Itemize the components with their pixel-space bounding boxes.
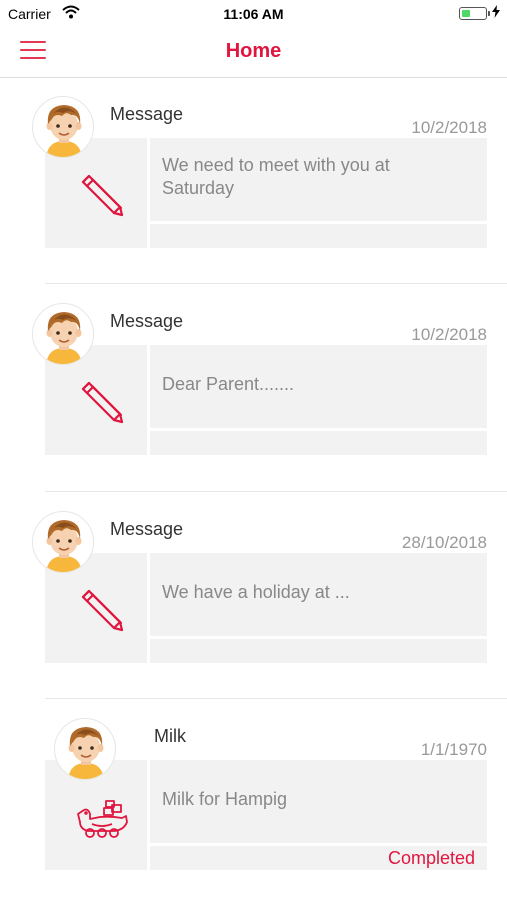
avatar (54, 718, 116, 780)
message-card[interactable]: Message 10/2/2018 Dear Parent....... (0, 283, 507, 495)
card-date: 28/10/2018 (401, 533, 487, 552)
charging-icon (492, 5, 500, 23)
card-type-label: Message (110, 104, 184, 124)
message-card[interactable]: Message 10/2/2018 We need to meet with you… (0, 96, 507, 288)
battery-icon (459, 7, 490, 20)
pencil-icon (80, 172, 126, 223)
card-message-text: Milk for Hampig (162, 789, 288, 809)
card-message-text: We have a holiday at ... (162, 582, 350, 602)
nav-bar: Home (0, 30, 507, 78)
pencil-icon (80, 587, 126, 638)
message-card[interactable]: Milk 1/1/1970 Milk for Hampig Completed (0, 698, 507, 900)
card-date: 10/2/2018 (411, 118, 487, 137)
avatar (32, 96, 94, 158)
pencil-icon (80, 379, 126, 430)
avatar (32, 303, 94, 365)
card-type-label: Milk (154, 726, 186, 746)
page-title: Home (225, 40, 282, 62)
card-type-label: Message (110, 311, 184, 331)
card-message-text: Dear Parent....... (162, 374, 295, 394)
status-badge: Completed (387, 848, 475, 868)
toy-duck-icon (76, 798, 132, 845)
card-footer-panel (150, 431, 487, 455)
message-card[interactable]: Message 28/10/2018 We have a holiday at ..… (0, 491, 507, 703)
card-divider (45, 698, 507, 699)
card-date: 1/1/1970 (420, 740, 487, 759)
card-divider (45, 491, 507, 492)
card-divider (45, 283, 507, 284)
status-time: 11:06 AM (223, 6, 284, 22)
card-footer-panel (150, 639, 487, 663)
card-footer-panel (150, 224, 487, 248)
avatar (32, 511, 94, 573)
card-message-text: We need to meet with you at Saturday (162, 155, 390, 198)
card-type-label: Message (110, 519, 184, 539)
card-date: 10/2/2018 (411, 325, 487, 344)
status-bar: Carrier 11:06 AM (0, 0, 507, 30)
